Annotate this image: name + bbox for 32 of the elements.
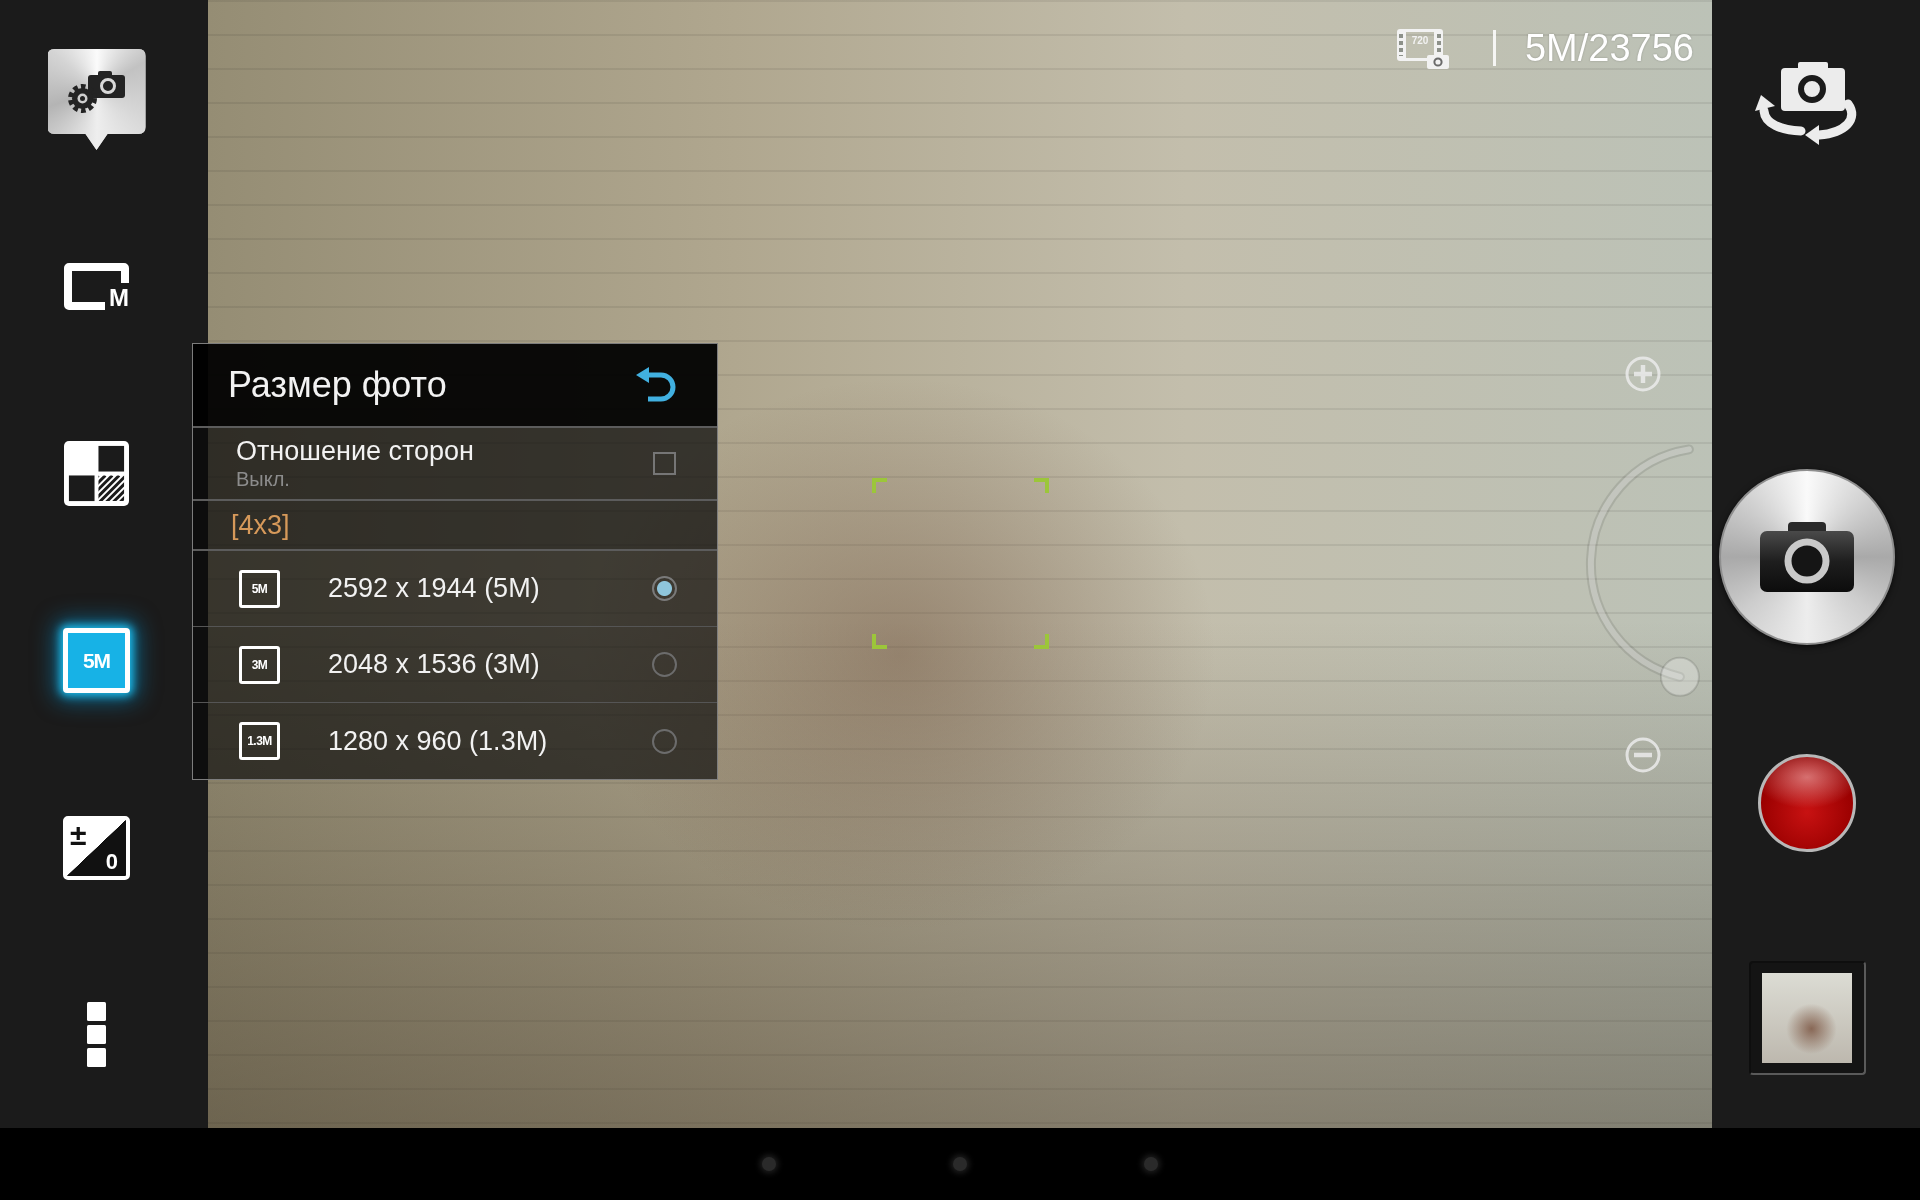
camera-icon	[1760, 522, 1854, 592]
gallery-thumbnail-button[interactable]	[1748, 961, 1866, 1075]
size-option-label[interactable]: 2048 x 1536 (3M)	[328, 649, 652, 680]
camera-switch-icon[interactable]	[1755, 61, 1859, 145]
gear-camera-icon	[67, 70, 126, 113]
zoom-out-icon[interactable]	[1625, 737, 1661, 773]
menu-title: Размер фото	[228, 365, 447, 405]
resolution-tag: 1.3M	[239, 722, 280, 760]
setting-value: Выкл.	[236, 467, 291, 491]
exposure-button[interactable]: ± 0	[63, 815, 130, 880]
resolution-tag: 3M	[239, 645, 280, 684]
remaining-shots-text: 5M/23756	[1525, 29, 1694, 67]
nav-dot-icon[interactable]	[953, 1157, 967, 1171]
resolution-tag: 5M	[239, 569, 280, 608]
group-header: [4x3]	[231, 509, 290, 541]
setting-label[interactable]: Отношение сторон	[236, 435, 474, 467]
nav-dot-icon[interactable]	[762, 1157, 776, 1171]
size-option-label[interactable]: 2592 x 1944 (5M)	[328, 573, 652, 604]
camera-icon	[1427, 53, 1449, 69]
radio-button[interactable]	[652, 576, 677, 601]
radio-button[interactable]	[652, 728, 677, 754]
more-options-icon[interactable]	[87, 1002, 106, 1067]
back-icon[interactable]	[636, 367, 676, 403]
nav-dot-icon[interactable]	[1144, 1157, 1158, 1171]
mode-button[interactable]: M	[64, 263, 129, 310]
size-option-label[interactable]: 1280 x 960 (1.3M)	[328, 725, 652, 757]
radio-button[interactable]	[652, 652, 677, 677]
zoom-slider-thumb[interactable]	[1659, 656, 1700, 697]
checkbox[interactable]	[653, 452, 676, 475]
zoom-slider-track[interactable]	[1586, 444, 1700, 697]
settings-button[interactable]	[47, 49, 146, 150]
checker-squares-icon[interactable]	[63, 441, 130, 506]
